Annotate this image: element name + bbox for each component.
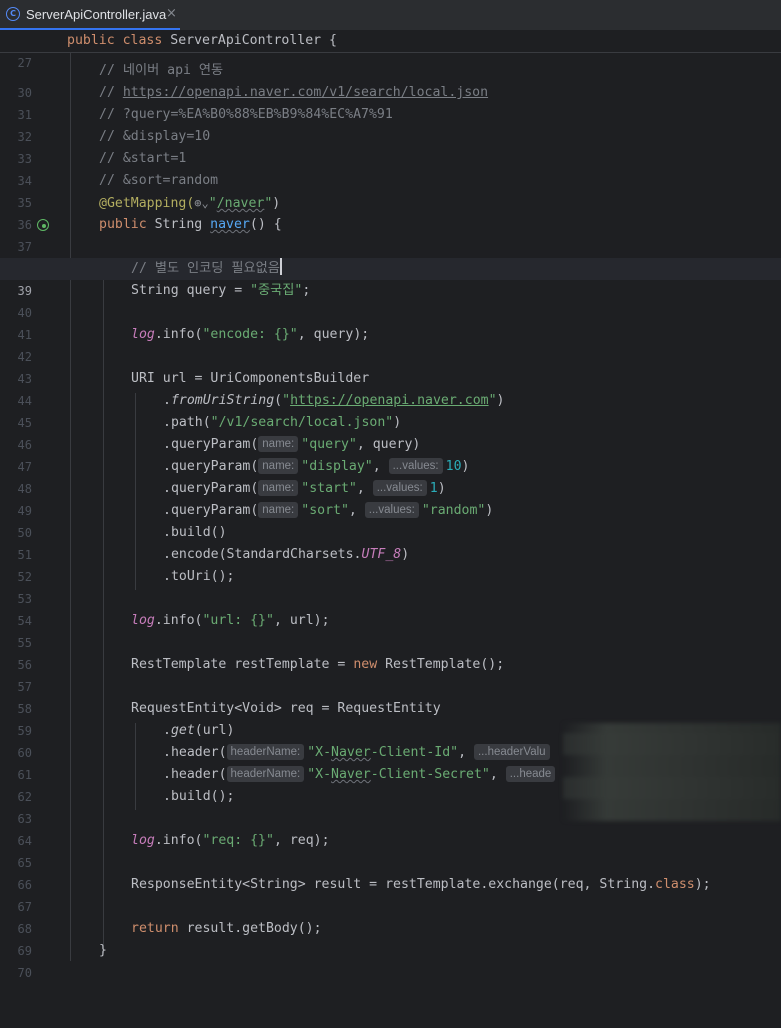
- url-link[interactable]: https://openapi.naver.com/v1/search/loca…: [123, 85, 488, 100]
- code-editor[interactable]: 30 // 네이버 api 연동 31 // https://openapi.n…: [0, 30, 781, 980]
- code-line: 30 // 네이버 api 연동: [17, 63, 224, 100]
- code-line: 45 .fromUriString("https://openapi.naver…: [17, 393, 505, 430]
- parameter-hint: headerName:: [226, 766, 305, 782]
- code-line: 70 }: [17, 943, 107, 980]
- code-line: 50 .queryParam(name: "sort", ...values: "r…: [17, 502, 494, 540]
- code-line: 59 RequestEntity<Void> req = RequestEnti…: [17, 701, 441, 738]
- code-line: 67 ResponseEntity<String> result = restT…: [17, 877, 711, 914]
- editor-tab-bar: C ServerApiController.java ×: [0, 0, 781, 31]
- code-line: 56: [17, 658, 32, 672]
- parameter-hint: ...headerValu: [473, 744, 550, 760]
- code-line: 35 // &sort=random: [17, 173, 219, 210]
- code-line: 69 return result.getBody();: [17, 921, 322, 958]
- code-line: 46 .path("/v1/search/local.json"): [17, 415, 402, 452]
- parameter-hint: ...values:: [372, 480, 427, 496]
- code-line: 66: [17, 878, 32, 892]
- code-line: 52 .encode(StandardCharsets.UTF_8): [17, 547, 410, 584]
- annotation: @GetMapping(: [99, 196, 195, 211]
- comment: // 네이버 api 연동: [99, 63, 224, 78]
- code-line: 44 URI url = UriComponentsBuilder: [17, 371, 370, 408]
- sticky-header-line[interactable]: 27 public class ServerApiController {: [0, 30, 781, 70]
- parameter-hint: ...values:: [364, 502, 419, 518]
- java-class-icon: C: [6, 7, 20, 21]
- code-line: 57 RestTemplate restTemplate = new RestT…: [17, 657, 505, 694]
- redacted-blur: [563, 723, 781, 821]
- code-line: 53 .toUri();: [17, 569, 235, 606]
- code-line: 32 // ?query=%EA%B0%88%EB%B9%84%EC%A7%91: [17, 107, 393, 144]
- code-line: 68: [17, 922, 32, 936]
- code-line: 33 // &display=10: [17, 129, 211, 166]
- tab-title: ServerApiController.java: [26, 7, 167, 22]
- code-line: 41: [17, 328, 32, 342]
- code-line: 37 public String naver() {: [17, 217, 282, 254]
- code-line: 48 .queryParam(name: "display", ...values…: [17, 458, 470, 496]
- parameter-hint: ...values:: [388, 458, 443, 474]
- parameter-hint: ...heade: [505, 766, 556, 782]
- endpoint-gutter-icon[interactable]: [37, 219, 49, 231]
- text-caret: [279, 258, 282, 275]
- code-line: 55 log.info("url: {}", url);: [17, 613, 330, 650]
- method-name: naver: [210, 217, 250, 232]
- code-line: 40 String query = "중국집";: [17, 283, 311, 320]
- url-link[interactable]: https://openapi.naver.com: [290, 393, 489, 408]
- close-icon[interactable]: ×: [166, 6, 177, 21]
- globe-icon[interactable]: ⊕⌄: [194, 196, 208, 210]
- parameter-hint: name:: [258, 502, 299, 518]
- tab-server-api-controller[interactable]: C ServerApiController.java ×: [0, 0, 180, 30]
- parameter-hint: headerName:: [226, 744, 305, 760]
- parameter-hint: name:: [258, 458, 299, 474]
- code-line: 42 log.info("encode: {}", query);: [17, 327, 370, 364]
- code-line: 36 @GetMapping(⊕⌄"/naver"): [17, 196, 281, 232]
- current-line: 39 // 별도 인코딩 필요없음: [0, 258, 781, 298]
- code-line: 31 // https://openapi.naver.com/v1/searc…: [17, 85, 489, 122]
- code-line: 51 .build(): [17, 525, 227, 562]
- code-line: 38: [0, 236, 781, 276]
- code-line: 49 .queryParam(name: "start", ...values: 1…: [17, 480, 446, 518]
- code-line: 34 // &start=1: [17, 151, 187, 188]
- parameter-hint: name:: [258, 480, 299, 496]
- code-line: 65 log.info("req: {}", req);: [17, 833, 330, 870]
- code-line: 43: [17, 372, 32, 386]
- parameter-hint: name:: [258, 436, 299, 452]
- code-line: 47 .queryParam(name: "query", query): [17, 436, 421, 474]
- code-line: 58: [17, 702, 32, 716]
- code-line: 54: [17, 614, 32, 628]
